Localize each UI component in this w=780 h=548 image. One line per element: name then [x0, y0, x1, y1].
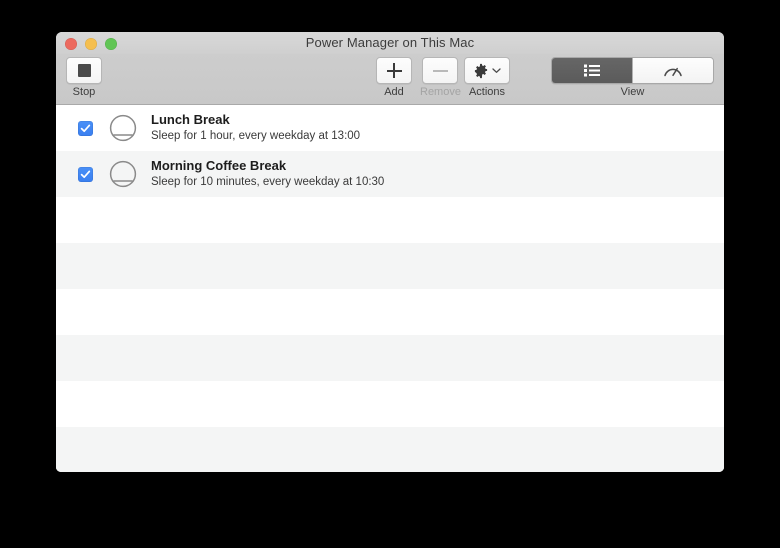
window-title: Power Manager on This Mac	[305, 35, 475, 50]
title-bar: Power Manager on This Mac	[56, 32, 724, 54]
empty-row	[56, 335, 724, 381]
sleep-icon	[109, 114, 137, 142]
empty-row	[56, 197, 724, 243]
add-button[interactable]: Add	[376, 57, 412, 98]
table-row[interactable]: Morning Coffee Break Sleep for 10 minute…	[56, 151, 724, 197]
remove-button-face	[422, 57, 459, 84]
plus-icon	[386, 63, 402, 78]
list-icon	[584, 64, 600, 77]
empty-row	[56, 289, 724, 335]
stop-square-icon	[77, 64, 91, 77]
row-text-group: Morning Coffee Break Sleep for 10 minute…	[151, 158, 384, 190]
chevron-down-icon	[492, 68, 501, 73]
row-enabled-checkbox[interactable]	[78, 120, 93, 136]
view-control: View	[551, 57, 714, 98]
gauge-icon	[664, 67, 682, 77]
empty-row	[56, 381, 724, 427]
gear-icon	[474, 63, 488, 78]
row-subtitle: Sleep for 1 hour, every weekday at 13:00	[151, 130, 361, 142]
row-title: Lunch Break	[151, 112, 230, 127]
view-control-label: View	[620, 86, 645, 98]
row-title: Morning Coffee Break	[151, 158, 287, 173]
actions-button-label: Actions	[468, 86, 506, 98]
add-button-face	[376, 57, 412, 84]
toolbar: Stop Add Remove Actions View	[56, 54, 724, 105]
empty-row	[56, 427, 724, 472]
stop-button[interactable]: Stop	[66, 57, 102, 98]
stop-button-face	[66, 57, 102, 84]
view-segmented-control	[551, 57, 714, 84]
checkmark-icon	[80, 170, 91, 178]
actions-glyph-group	[473, 63, 501, 79]
schedule-list[interactable]: Lunch Break Sleep for 1 hour, every week…	[56, 105, 724, 472]
empty-row	[56, 243, 724, 289]
minus-icon	[432, 63, 448, 78]
remove-button-label: Remove	[420, 86, 461, 98]
view-segment-list[interactable]	[552, 58, 632, 83]
row-enabled-checkbox[interactable]	[78, 166, 93, 182]
add-button-label: Add	[384, 86, 404, 98]
view-segment-gauge[interactable]	[632, 58, 713, 83]
actions-button[interactable]: Actions	[464, 57, 510, 98]
row-text-group: Lunch Break Sleep for 1 hour, every week…	[151, 112, 360, 144]
stop-button-label: Stop	[72, 86, 96, 98]
row-subtitle: Sleep for 10 minutes, every weekday at 1…	[151, 176, 385, 188]
app-window: Power Manager on This Mac Stop Add Remov…	[56, 32, 724, 472]
table-row[interactable]: Lunch Break Sleep for 1 hour, every week…	[56, 105, 724, 151]
checkmark-icon	[80, 124, 91, 132]
sleep-icon	[109, 160, 137, 188]
actions-button-face	[464, 57, 510, 84]
remove-button: Remove	[420, 57, 461, 98]
